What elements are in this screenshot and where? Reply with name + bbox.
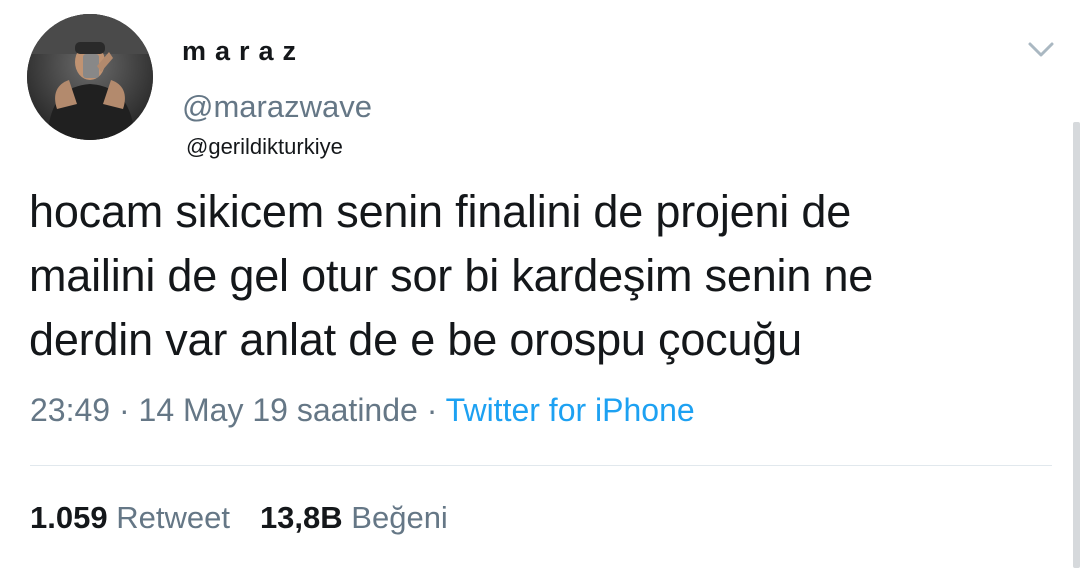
tweet-stats: 1.059 Retweet 13,8B Beğeni [30,500,448,536]
avatar[interactable] [27,14,153,140]
like-count: 13,8B [259,500,343,535]
user-handle[interactable]: @marazwave [182,89,372,125]
divider [30,465,1052,466]
tweet-source-link[interactable]: Twitter for iPhone [446,392,695,428]
avatar-photo-icon [27,14,153,140]
tweet-text-line: mailini de gel otur sor bi kardeşim seni… [29,250,874,301]
reply-to-handle[interactable]: @gerildikturkiye [186,134,343,160]
like-stat[interactable]: 13,8B Beğeni [260,500,448,535]
meta-separator: · [110,392,139,428]
tweet-text: hocam sikicem senin finalini de projeni … [29,180,1064,372]
retweet-count: 1.059 [30,500,108,535]
tweet-date[interactable]: 14 May 19 saatinde [139,392,418,428]
tweet-text-line: derdin var anlat de e be orospu çocuğu [29,314,802,365]
tweet-text-line: hocam sikicem senin finalini de projeni … [29,186,852,237]
tweet-metadata: 23:49 · 14 May 19 saatinde · Twitter for… [30,392,695,429]
tweet-time[interactable]: 23:49 [30,392,110,428]
like-label: Beğeni [351,500,448,535]
retweet-stat[interactable]: 1.059 Retweet [30,500,230,535]
tweet-detail: maraz @marazwave @gerildikturkiye hocam … [0,0,1080,568]
chevron-down-icon[interactable] [1026,36,1056,62]
retweet-label: Retweet [116,500,230,535]
display-name[interactable]: maraz [182,36,305,67]
scrollbar[interactable] [1073,122,1080,568]
meta-separator: · [417,392,446,428]
